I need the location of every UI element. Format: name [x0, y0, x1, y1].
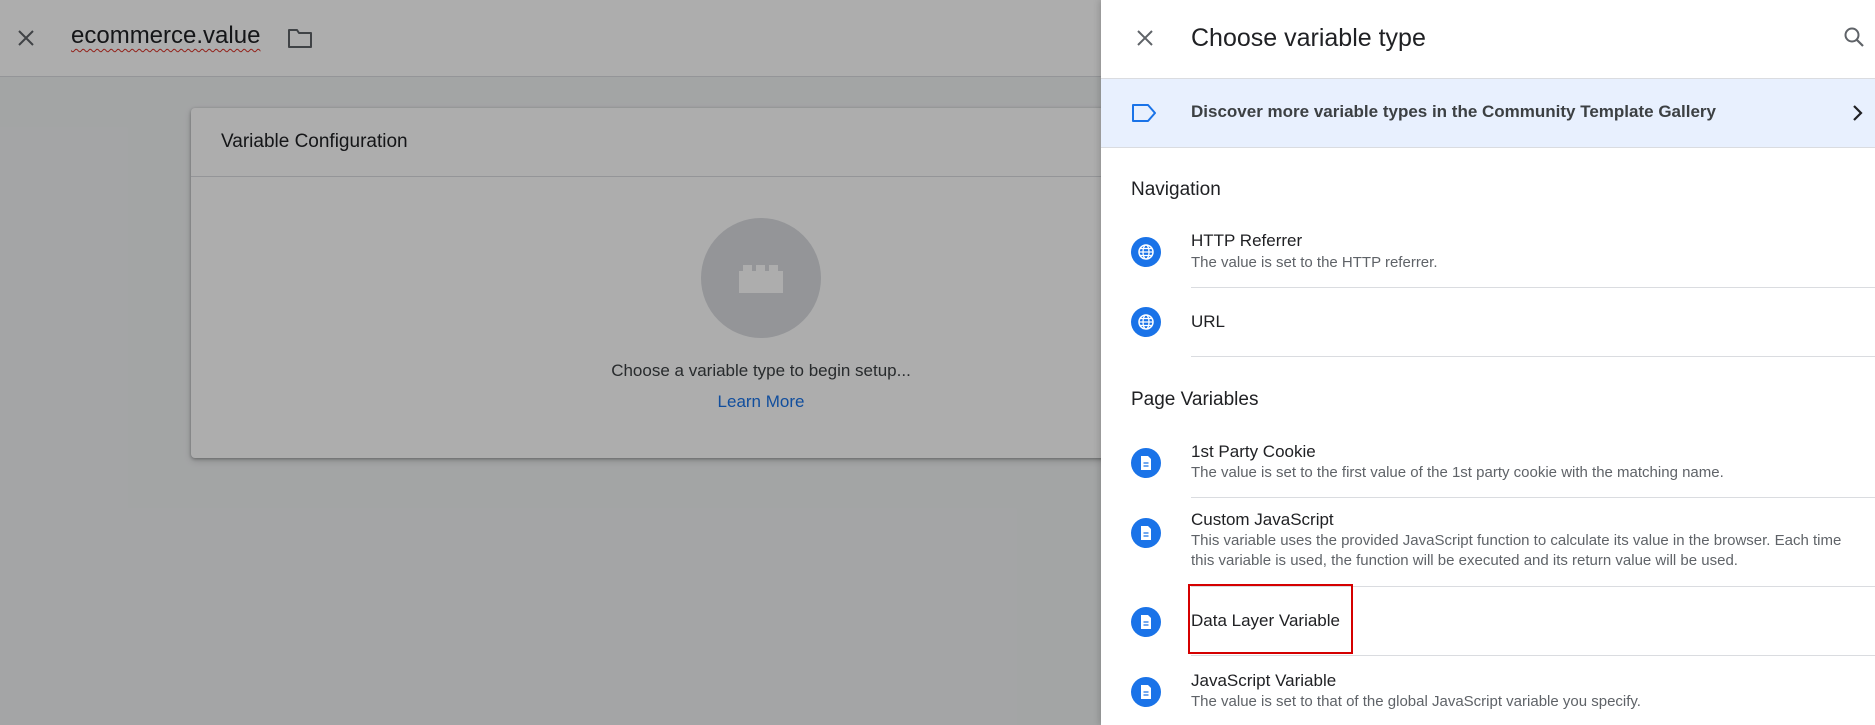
- variable-type-javascript-variable[interactable]: JavaScript Variable The value is set to …: [1101, 666, 1875, 725]
- divider: [1191, 497, 1875, 498]
- variable-configuration-card[interactable]: Variable Configuration Choose a variable…: [191, 108, 1131, 458]
- brick-icon: [701, 218, 821, 338]
- divider: [1191, 356, 1875, 357]
- variable-type-description: The value is set to that of the global J…: [1191, 693, 1641, 710]
- editor-top-bar: ecommerce.value: [0, 0, 1101, 77]
- learn-more-link[interactable]: Learn More: [191, 392, 1131, 412]
- card-title: Variable Configuration: [191, 108, 1131, 177]
- variable-name-title[interactable]: ecommerce.value: [71, 22, 260, 50]
- variable-type-name: JavaScript Variable: [1191, 671, 1337, 690]
- variable-type-description: This variable uses the provided JavaScri…: [1191, 532, 1842, 569]
- document-icon: [1131, 448, 1161, 478]
- variable-type-description: The value is set to the HTTP referrer.: [1191, 254, 1438, 271]
- variable-type-url[interactable]: URL: [1101, 292, 1875, 357]
- globe-icon: [1131, 237, 1161, 267]
- close-icon[interactable]: [1133, 26, 1157, 50]
- search-icon[interactable]: [1841, 24, 1867, 50]
- document-icon: [1131, 677, 1161, 707]
- divider: [1191, 287, 1875, 288]
- variable-type-1st-party-cookie[interactable]: 1st Party Cookie The value is set to the…: [1101, 436, 1875, 498]
- variable-type-name: Custom JavaScript: [1191, 510, 1334, 529]
- variable-type-name: Data Layer Variable: [1191, 611, 1340, 630]
- close-icon[interactable]: [14, 26, 38, 50]
- variable-type-description: The value is set to the first value of t…: [1191, 464, 1724, 481]
- divider: [1191, 655, 1875, 656]
- section-title-page-variables: Page Variables: [1131, 389, 1259, 410]
- community-template-gallery-banner[interactable]: Discover more variable types in the Comm…: [1101, 78, 1875, 148]
- choose-variable-type-panel: Choose variable type Discover more varia…: [1101, 0, 1875, 725]
- variable-type-http-referrer[interactable]: HTTP Referrer The value is set to the HT…: [1101, 225, 1875, 289]
- panel-title: Choose variable type: [1191, 24, 1426, 52]
- document-icon: [1131, 518, 1161, 548]
- variable-type-name: URL: [1191, 312, 1226, 331]
- section-title-navigation: Navigation: [1131, 179, 1221, 200]
- variable-type-name: 1st Party Cookie: [1191, 442, 1316, 461]
- variable-type-name: HTTP Referrer: [1191, 231, 1303, 250]
- folder-icon[interactable]: [286, 26, 314, 50]
- chevron-right-icon: [1847, 103, 1867, 123]
- panel-header: Choose variable type: [1101, 0, 1875, 77]
- globe-icon: [1131, 307, 1161, 337]
- tag-icon: [1131, 103, 1157, 123]
- gallery-banner-text: Discover more variable types in the Comm…: [1191, 102, 1716, 121]
- document-icon: [1131, 607, 1161, 637]
- divider: [1191, 586, 1875, 587]
- variable-type-custom-javascript[interactable]: Custom JavaScript This variable uses the…: [1101, 506, 1875, 587]
- variable-type-data-layer-variable[interactable]: Data Layer Variable: [1101, 590, 1875, 656]
- variable-editor: ecommerce.value Variable Configuration C…: [0, 0, 1131, 725]
- setup-hint: Choose a variable type to begin setup...: [611, 361, 911, 380]
